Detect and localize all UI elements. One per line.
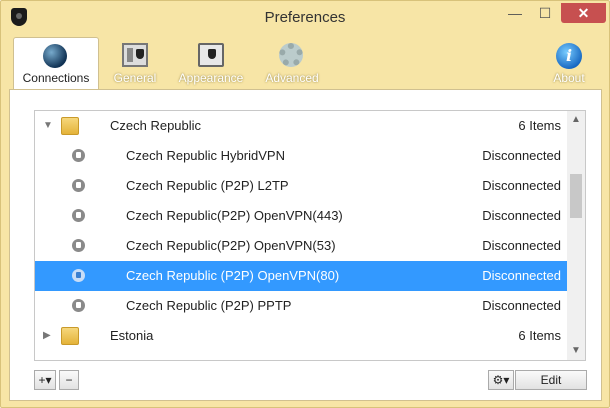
vertical-scrollbar[interactable]: ▲ ▼ [567, 111, 585, 360]
server-name: Czech Republic (P2P) OpenVPN(80) [126, 268, 340, 283]
server-status: Disconnected [482, 208, 561, 223]
add-button[interactable]: +▾ [34, 370, 56, 390]
server-status: Disconnected [482, 178, 561, 193]
remove-button[interactable]: − [59, 370, 79, 390]
monitor-icon [198, 43, 224, 67]
folder-icon [61, 117, 79, 135]
server-status: Disconnected [482, 298, 561, 313]
lock-icon [72, 299, 85, 312]
lock-icon [72, 239, 85, 252]
lock-icon [72, 209, 85, 222]
title-bar[interactable]: Preferences — ☐ ✕ [1, 1, 609, 33]
group-row-estonia[interactable]: ▶ Estonia 6 Items [35, 321, 567, 351]
preferences-toolbar: Connections General Appearance Advanced … [9, 33, 602, 89]
preferences-window: Preferences — ☐ ✕ Connections General Ap… [0, 0, 610, 408]
server-row[interactable]: Czech Republic (P2P) PPTP Disconnected [35, 291, 567, 321]
tab-connections[interactable]: Connections [13, 37, 99, 89]
server-name: Czech Republic(P2P) OpenVPN(53) [126, 238, 336, 253]
tab-general[interactable]: General [107, 37, 163, 89]
server-status: Disconnected [482, 238, 561, 253]
lock-icon [72, 179, 85, 192]
close-button[interactable]: ✕ [561, 3, 606, 23]
tab-appearance-label: Appearance [178, 71, 244, 85]
scroll-down-icon[interactable]: ▼ [567, 342, 585, 360]
tab-appearance[interactable]: Appearance [173, 37, 249, 89]
tab-connections-label: Connections [22, 71, 90, 85]
info-icon: i [556, 43, 582, 69]
tab-advanced-label: Advanced [265, 71, 319, 85]
maximize-button[interactable]: ☐ [531, 3, 559, 23]
tab-general-label: General [113, 71, 157, 85]
edit-button[interactable]: Edit [515, 370, 587, 390]
group-row-czech-republic[interactable]: ▼ Czech Republic 6 Items [35, 111, 567, 141]
server-name: Czech Republic (P2P) L2TP [126, 178, 289, 193]
settings-menu-button[interactable]: ⚙▾ [488, 370, 514, 390]
general-settings-icon [122, 43, 148, 67]
lock-icon [72, 269, 85, 282]
server-list[interactable]: ▼ Czech Republic 6 Items Czech Republic … [34, 110, 586, 361]
gear-icon [279, 43, 303, 67]
group-item-count: 6 Items [518, 328, 561, 343]
minimize-button[interactable]: — [501, 3, 529, 23]
group-item-count: 6 Items [518, 118, 561, 133]
tab-advanced[interactable]: Advanced [259, 37, 325, 89]
globe-network-icon [43, 44, 67, 68]
server-status: Disconnected [482, 268, 561, 283]
server-row[interactable]: Czech Republic(P2P) OpenVPN(53) Disconne… [35, 231, 567, 261]
lock-icon [72, 149, 85, 162]
tab-about-label: About [553, 71, 585, 85]
connections-panel: ▼ Czech Republic 6 Items Czech Republic … [9, 89, 602, 401]
server-row[interactable]: Czech Republic(P2P) OpenVPN(443) Disconn… [35, 201, 567, 231]
scroll-up-icon[interactable]: ▲ [567, 111, 585, 129]
expand-arrow-icon[interactable]: ▼ [43, 111, 53, 141]
collapse-arrow-icon[interactable]: ▶ [43, 321, 51, 351]
tab-about[interactable]: i About [543, 37, 595, 89]
server-row-selected[interactable]: Czech Republic (P2P) OpenVPN(80) Disconn… [35, 261, 567, 291]
server-name: Czech Republic HybridVPN [126, 148, 285, 163]
group-name: Estonia [110, 328, 154, 343]
folder-icon [61, 327, 79, 345]
server-row[interactable]: Czech Republic (P2P) L2TP Disconnected [35, 171, 567, 201]
server-status: Disconnected [482, 148, 561, 163]
server-name: Czech Republic(P2P) OpenVPN(443) [126, 208, 343, 223]
server-row[interactable]: Czech Republic HybridVPN Disconnected [35, 141, 567, 171]
group-name: Czech Republic [110, 118, 202, 133]
scrollbar-thumb[interactable] [570, 174, 582, 218]
server-name: Czech Republic (P2P) PPTP [126, 298, 292, 313]
